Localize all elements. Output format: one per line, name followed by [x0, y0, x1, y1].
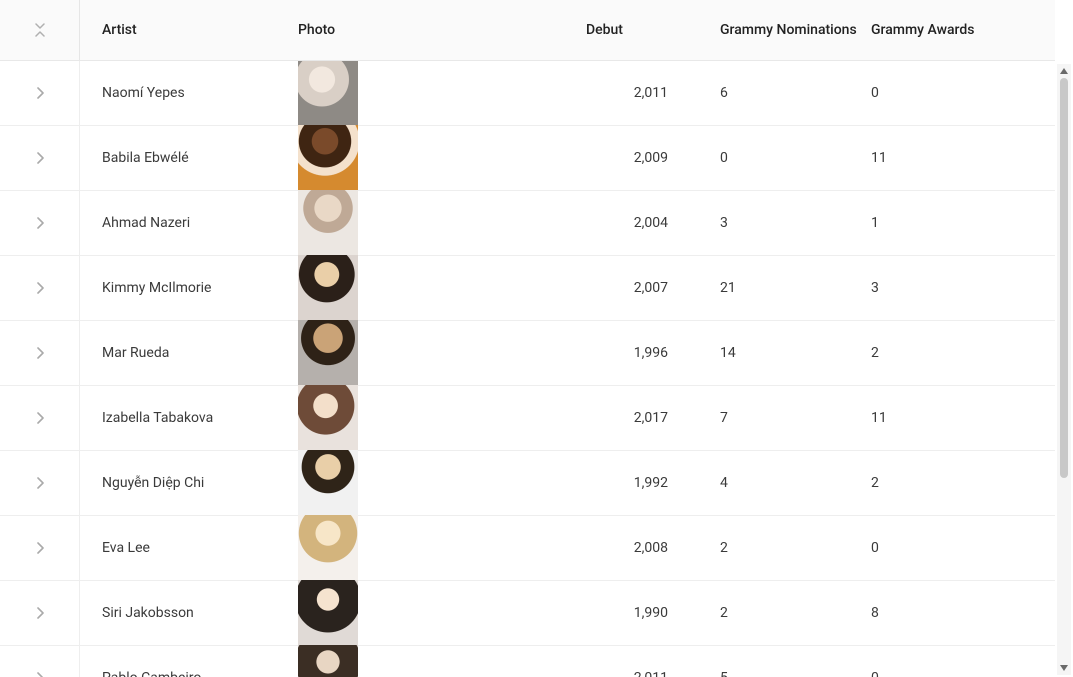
cell-debut: 2,004 — [580, 215, 690, 231]
table-row: Kimmy McIlmorie 2,007 21 3 — [0, 256, 1055, 321]
cell-debut: 2,007 — [580, 280, 690, 296]
cell-awards: 11 — [865, 150, 1040, 166]
row-expand-button[interactable] — [0, 61, 79, 125]
cell-awards: 0 — [865, 85, 1040, 101]
row-expand-button[interactable] — [0, 321, 79, 385]
table-row: Ahmad Nazeri 2,004 3 1 — [0, 191, 1055, 256]
cell-debut: 1,990 — [580, 605, 690, 621]
chevron-right-icon — [36, 542, 44, 554]
table-row: Siri Jakobsson 1,990 2 8 — [0, 581, 1055, 646]
row-expand-button[interactable] — [0, 256, 79, 320]
artist-photo — [298, 580, 358, 645]
expand-collapse-all-toggle[interactable] — [35, 23, 45, 37]
cell-debut: 2,017 — [580, 410, 690, 426]
chevron-right-icon — [36, 672, 44, 677]
expand-all-cell — [0, 0, 80, 60]
row-expand-button[interactable] — [0, 581, 79, 645]
triangle-up-icon — [1060, 68, 1068, 74]
cell-nominations: 0 — [690, 150, 865, 166]
cell-awards: 2 — [865, 345, 1040, 361]
cell-artist: Naomí Yepes — [80, 85, 280, 101]
scrollbar-up-button[interactable] — [1057, 64, 1071, 78]
cell-debut: 2,009 — [580, 150, 690, 166]
cell-awards: 1 — [865, 215, 1040, 231]
cell-awards: 2 — [865, 475, 1040, 491]
cell-debut: 2,011 — [580, 670, 690, 677]
scrollbar-down-button[interactable] — [1057, 661, 1071, 675]
artist-photo — [298, 450, 358, 515]
cell-artist: Mar Rueda — [80, 345, 280, 361]
scrollbar-track[interactable] — [1060, 78, 1068, 661]
table-header-row: Artist Photo Debut Grammy Nominations Gr… — [0, 0, 1055, 61]
artist-photo — [298, 125, 358, 190]
cell-debut: 1,992 — [580, 475, 690, 491]
artist-photo — [298, 515, 358, 580]
vertical-scrollbar[interactable] — [1057, 64, 1071, 675]
cell-nominations: 7 — [690, 410, 865, 426]
column-header-nominations[interactable]: Grammy Nominations — [690, 22, 865, 38]
table-row: Naomí Yepes 2,011 6 0 — [0, 61, 1055, 126]
cell-awards: 11 — [865, 410, 1040, 426]
chevron-down-icon — [35, 23, 45, 29]
table-row: Babila Ebwélé 2,009 0 11 — [0, 126, 1055, 191]
artist-photo — [298, 61, 358, 126]
table-row: Pablo Cambeiro 2,011 5 0 — [0, 646, 1055, 677]
cell-artist: Nguyễn Diệp Chi — [80, 475, 280, 491]
cell-artist: Pablo Cambeiro — [80, 670, 280, 677]
table-row: Nguyễn Diệp Chi 1,992 4 2 — [0, 451, 1055, 516]
chevron-right-icon — [36, 477, 44, 489]
artist-photo — [298, 385, 358, 450]
table-body: Naomí Yepes 2,011 6 0 Babila Ebwélé 2,00… — [0, 61, 1055, 677]
chevron-right-icon — [36, 87, 44, 99]
chevron-right-icon — [36, 347, 44, 359]
cell-awards: 0 — [865, 670, 1040, 677]
chevron-right-icon — [36, 412, 44, 424]
row-expand-button[interactable] — [0, 516, 79, 580]
row-expand-button[interactable] — [0, 191, 79, 255]
row-expand-button[interactable] — [0, 646, 79, 677]
cell-artist: Kimmy McIlmorie — [80, 280, 280, 296]
cell-artist: Eva Lee — [80, 540, 280, 556]
cell-artist: Babila Ebwélé — [80, 150, 280, 166]
column-header-debut[interactable]: Debut — [580, 22, 690, 38]
cell-debut: 1,996 — [580, 345, 690, 361]
row-expand-button[interactable] — [0, 386, 79, 450]
chevron-right-icon — [36, 217, 44, 229]
table-row: Mar Rueda 1,996 14 2 — [0, 321, 1055, 386]
table-row: Izabella Tabakova 2,017 7 11 — [0, 386, 1055, 451]
cell-artist: Izabella Tabakova — [80, 410, 280, 426]
cell-debut: 2,011 — [580, 85, 690, 101]
chevron-right-icon — [36, 607, 44, 619]
cell-artist: Ahmad Nazeri — [80, 215, 280, 231]
cell-debut: 2,008 — [580, 540, 690, 556]
triangle-down-icon — [1060, 665, 1068, 671]
chevron-right-icon — [36, 282, 44, 294]
cell-nominations: 3 — [690, 215, 865, 231]
cell-awards: 0 — [865, 540, 1040, 556]
cell-nominations: 4 — [690, 475, 865, 491]
artist-photo — [298, 190, 358, 255]
table-row: Eva Lee 2,008 2 0 — [0, 516, 1055, 581]
cell-nominations: 14 — [690, 345, 865, 361]
column-header-photo[interactable]: Photo — [280, 0, 580, 60]
cell-nominations: 6 — [690, 85, 865, 101]
cell-awards: 8 — [865, 605, 1040, 621]
chevron-right-icon — [36, 152, 44, 164]
artist-photo — [298, 255, 358, 320]
cell-nominations: 2 — [690, 605, 865, 621]
row-expand-button[interactable] — [0, 126, 79, 190]
artists-table: Artist Photo Debut Grammy Nominations Gr… — [0, 0, 1055, 677]
chevron-up-icon — [35, 31, 45, 37]
scrollbar-thumb[interactable] — [1060, 78, 1068, 478]
cell-nominations: 5 — [690, 670, 865, 677]
artist-photo — [298, 645, 358, 677]
column-header-awards[interactable]: Grammy Awards — [865, 22, 1040, 38]
cell-nominations: 21 — [690, 280, 865, 296]
cell-artist: Siri Jakobsson — [80, 605, 280, 621]
column-header-artist[interactable]: Artist — [80, 22, 280, 38]
cell-nominations: 2 — [690, 540, 865, 556]
artist-photo — [298, 320, 358, 385]
row-expand-button[interactable] — [0, 451, 79, 515]
cell-awards: 3 — [865, 280, 1040, 296]
